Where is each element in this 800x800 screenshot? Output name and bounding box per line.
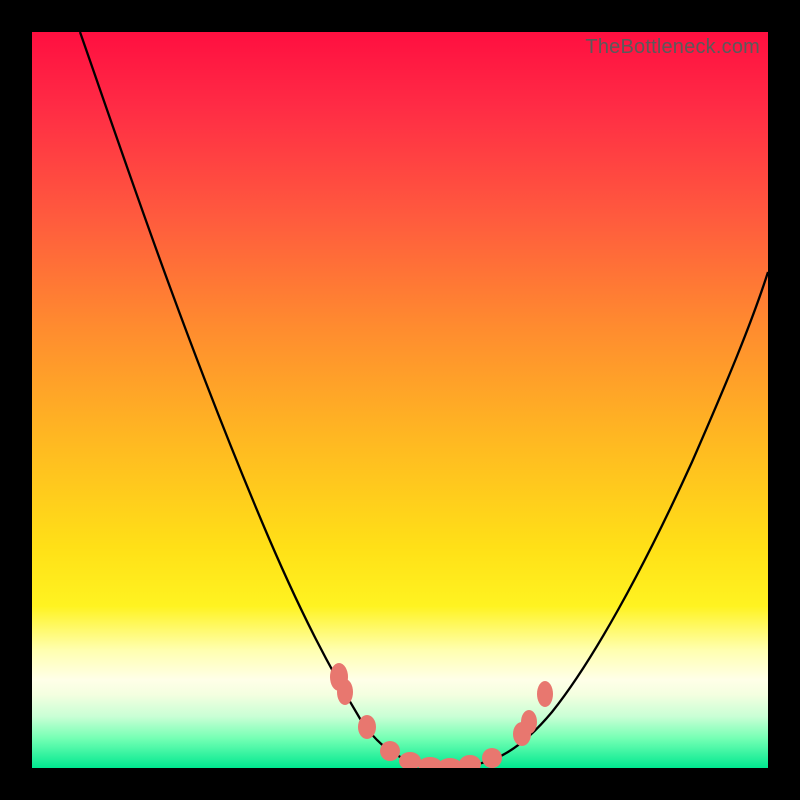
curve-bottom <box>427 764 477 766</box>
marker-dot <box>482 748 502 768</box>
marker-dot <box>380 741 400 761</box>
watermark-text: TheBottleneck.com <box>585 36 760 59</box>
marker-dot <box>537 681 553 707</box>
marker-dot <box>358 715 376 739</box>
marker-dot <box>513 722 531 746</box>
marker-dot <box>418 757 442 768</box>
marker-dot <box>459 755 481 768</box>
marker-dot <box>438 758 462 768</box>
marker-dot <box>330 663 348 691</box>
plot-area: TheBottleneck.com <box>32 32 768 768</box>
chart-frame: TheBottleneck.com <box>0 0 800 800</box>
marker-dot <box>521 710 537 734</box>
marker-group <box>330 663 553 768</box>
marker-dot <box>399 752 421 768</box>
curve-svg <box>32 32 768 768</box>
marker-dot <box>337 679 353 705</box>
curve-right-branch <box>477 272 768 764</box>
curve-left-branch <box>80 32 427 764</box>
